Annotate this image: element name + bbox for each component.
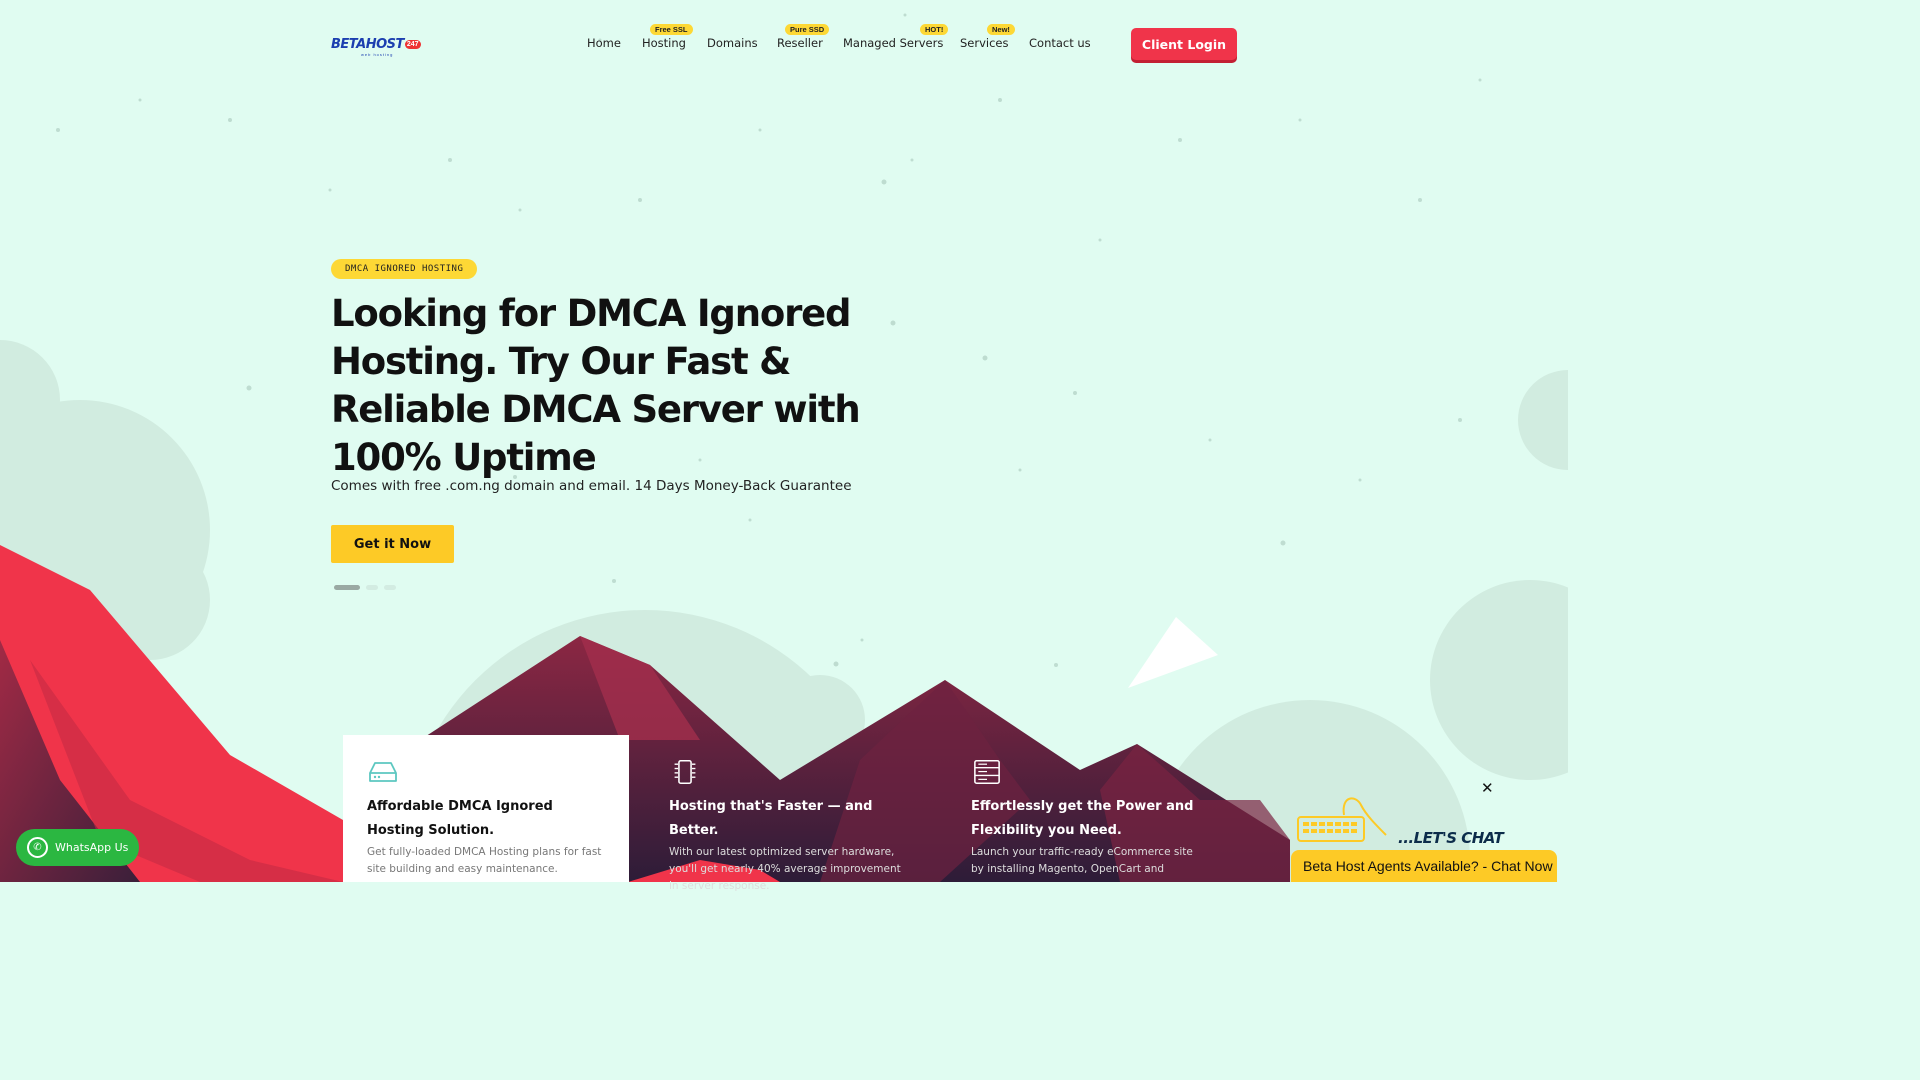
nav-item-managed-servers[interactable]: Managed Servers HOT!: [843, 24, 949, 50]
chip-icon: [674, 759, 696, 785]
nav-item-services[interactable]: Services New!: [960, 24, 1015, 50]
hero-subtitle: Comes with free .com.ng domain and email…: [331, 478, 852, 494]
whatsapp-label: WhatsApp Us: [55, 841, 129, 854]
feature-title: Affordable DMCA Ignored Hosting Solution…: [367, 799, 553, 838]
slider-dots: [331, 585, 931, 590]
logo-badge: 247: [404, 39, 421, 49]
lets-chat-label: ...LET'S CHAT: [1398, 829, 1504, 847]
feature-text: With our latest optimized server hardwar…: [669, 846, 901, 892]
server-icon: [974, 759, 1000, 785]
features-row: Affordable DMCA Ignored Hosting Solution…: [343, 735, 1223, 892]
feature-text: Get fully-loaded DMCA Hosting plans for …: [367, 846, 602, 875]
logo-text: BETAHOST: [331, 36, 404, 52]
whatsapp-button[interactable]: ✆ WhatsApp Us: [16, 829, 139, 866]
pure-ssd-badge: Pure SSD: [785, 24, 830, 35]
new-badge: New!: [987, 24, 1015, 35]
nav-label: Managed Servers: [843, 36, 944, 50]
site-header: BETAHOST 247 web hosting Home Hosting Fr…: [331, 24, 1238, 62]
feature-card: Affordable DMCA Ignored Hosting Solution…: [343, 735, 629, 882]
hard-drive-icon: [369, 762, 397, 782]
logo-tagline: web hosting: [361, 52, 394, 57]
nav-label: Hosting: [642, 36, 686, 50]
get-it-now-button[interactable]: Get it Now: [331, 525, 454, 563]
nav-item-contact[interactable]: Contact us: [1029, 36, 1091, 50]
free-ssl-badge: Free SSL: [650, 24, 693, 35]
nav-item-reseller[interactable]: Reseller Pure SSD: [777, 24, 830, 50]
slider-dot-3[interactable]: [384, 585, 396, 590]
hero-eyebrow-badge: DMCA IGNORED HOSTING: [331, 259, 478, 279]
feature-title: Hosting that's Faster — and Better.: [669, 799, 873, 838]
feature-text: Launch your traffic-ready eCommerce site…: [971, 846, 1193, 875]
whatsapp-icon: ✆: [27, 837, 48, 858]
hot-badge: HOT!: [920, 24, 949, 35]
slider-dot-1[interactable]: [334, 585, 360, 590]
chat-close-button[interactable]: ✕: [1481, 779, 1494, 797]
nav-item-home[interactable]: Home: [587, 36, 621, 50]
nav-label: Services: [960, 36, 1009, 50]
chat-now-bar[interactable]: Beta Host Agents Available? - Chat Now: [1291, 850, 1557, 882]
feature-title: Effortlessly get the Power and Flexibili…: [971, 799, 1194, 838]
nav-label: Reseller: [777, 36, 823, 50]
feature-item: Effortlessly get the Power and Flexibili…: [947, 735, 1233, 882]
site-logo[interactable]: BETAHOST 247 web hosting: [331, 32, 421, 57]
client-login-button[interactable]: Client Login: [1131, 28, 1237, 60]
hero-section: DMCA IGNORED HOSTING Looking for DMCA Ig…: [331, 258, 931, 590]
nav-item-hosting[interactable]: Hosting Free SSL: [642, 24, 693, 50]
slider-dot-2[interactable]: [366, 585, 378, 590]
hero-title: Looking for DMCA Ignored Hosting. Try Ou…: [331, 292, 861, 479]
nav-item-domains[interactable]: Domains: [707, 36, 758, 50]
feature-item: Hosting that's Faster — and Better. With…: [645, 735, 931, 892]
